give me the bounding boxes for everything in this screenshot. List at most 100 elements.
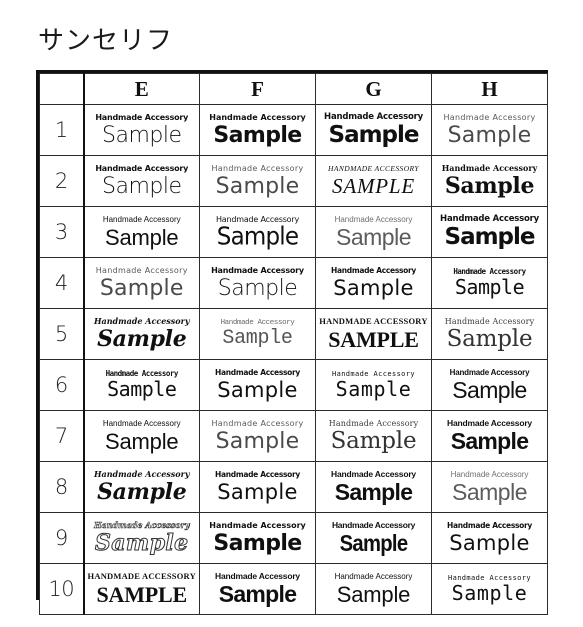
specimen-sample: Sample bbox=[336, 224, 411, 251]
specimen-cell-h10[interactable]: Handmade Accessory Sample bbox=[431, 563, 548, 615]
specimen-sample: Sample bbox=[452, 377, 527, 404]
specimen-cell-e4[interactable]: Handmade Accessory Sample bbox=[83, 257, 200, 309]
specimen-caption: Handmade Accessory bbox=[334, 572, 413, 582]
specimen-cell-f9[interactable]: Handmade Accessory Sample bbox=[199, 512, 316, 564]
specimen-cell-e8[interactable]: Handmade Accessory Sample bbox=[83, 461, 200, 513]
specimen-block: Handmade Accessory Sample bbox=[433, 310, 547, 359]
specimen-block: HANDMADE ACCESSORY SAMPLE bbox=[85, 565, 199, 614]
specimen-caption: Handmade Accessory bbox=[447, 417, 532, 428]
specimen-sample: Sample bbox=[328, 122, 420, 149]
specimen-cell-g10[interactable]: Handmade Accessory Sample bbox=[315, 563, 432, 615]
specimen-cell-f1[interactable]: Handmade Accessory Sample bbox=[199, 104, 316, 156]
specimen-cell-e3[interactable]: Handmade Accessory Sample bbox=[83, 206, 200, 258]
specimen-cell-e5[interactable]: Handmade Accessory Sample bbox=[83, 308, 200, 360]
table-header-row: E F G H bbox=[39, 73, 548, 105]
table-row: 5 Handmade Accessory Sample Handmade Access… bbox=[39, 308, 548, 360]
specimen-block: Handmade Accessory Sample bbox=[201, 514, 315, 563]
specimen-cell-f7[interactable]: Handmade Accessory Sample bbox=[199, 410, 316, 462]
specimen-cell-h7[interactable]: Handmade Accessory Sample bbox=[431, 410, 548, 462]
specimen-sample: Sample bbox=[105, 224, 179, 250]
specimen-cell-g6[interactable]: Handmade Accessory Sample bbox=[315, 359, 432, 411]
specimen-sample: Sample bbox=[213, 530, 302, 556]
font-specimen-table-container: E F G H 1 Handmade Accessory Sample Handmad… bbox=[36, 70, 548, 615]
specimen-cell-e6[interactable]: Handmade Accessory Sample bbox=[83, 359, 200, 411]
row-number-cell: 9 bbox=[39, 512, 85, 564]
specimen-cell-e10[interactable]: HANDMADE ACCESSORY SAMPLE bbox=[83, 563, 200, 615]
table-body: 1 Handmade Accessory Sample Handmade Access… bbox=[39, 104, 548, 615]
specimen-caption: Handmade Accessory bbox=[331, 519, 416, 530]
specimen-cell-h4[interactable]: Handmade Accessory Sample bbox=[431, 257, 548, 309]
specimen-sample: Sample bbox=[447, 122, 532, 148]
specimen-cell-f10[interactable]: Handmade Accessory Sample bbox=[199, 563, 316, 615]
specimen-cell-g3[interactable]: Handmade Accessory Sample bbox=[315, 206, 432, 258]
specimen-cell-h8[interactable]: Handmade Accessory Sample bbox=[431, 461, 548, 513]
specimen-cell-h5[interactable]: Handmade Accessory Sample bbox=[431, 308, 548, 360]
specimen-sample: Sample bbox=[444, 224, 536, 251]
specimen-cell-f5[interactable]: Handmade Accessory Sample bbox=[199, 308, 316, 360]
specimen-sample: Sample bbox=[105, 428, 179, 454]
specimen-block: HANDMADE ACCESSORY SAMPLE bbox=[317, 310, 431, 359]
specimen-cell-h2[interactable]: Handmade Accessory Sample bbox=[431, 155, 548, 207]
column-header-g: G bbox=[315, 73, 432, 105]
specimen-caption: Handmade Accessory bbox=[95, 113, 189, 123]
specimen-sample: Sample bbox=[335, 377, 412, 402]
specimen-caption: Handmade Accessory bbox=[328, 418, 419, 428]
specimen-cell-e9[interactable]: Handmade Accessory Sample bbox=[83, 512, 200, 564]
specimen-cell-e2[interactable]: Handmade Accessory Sample bbox=[83, 155, 200, 207]
specimen-sample: SAMPLE bbox=[328, 326, 419, 352]
specimen-caption: Handmade Accessory bbox=[444, 316, 535, 326]
table-row: 3 Handmade Accessory Sample Handmade Access… bbox=[39, 206, 548, 258]
row-number-cell: 1 bbox=[39, 104, 85, 156]
specimen-cell-h1[interactable]: Handmade Accessory Sample bbox=[431, 104, 548, 156]
specimen-sample: Sample bbox=[339, 530, 408, 557]
specimen-caption: Handmade Accessory bbox=[450, 469, 529, 479]
specimen-cell-h6[interactable]: Handmade Accessory Sample bbox=[431, 359, 548, 411]
specimen-cell-f6[interactable]: Handmade Accessory Sample bbox=[199, 359, 316, 411]
table-row: 9 Handmade Accessory Sample Handmade Access… bbox=[39, 512, 548, 564]
specimen-sample: Sample bbox=[215, 428, 300, 454]
specimen-block: Handmade Accessory Sample bbox=[433, 106, 547, 155]
specimen-sample: Sample bbox=[451, 581, 528, 606]
specimen-cell-h9[interactable]: Handmade Accessory Sample bbox=[431, 512, 548, 564]
specimen-block: Handmade Accessory Sample bbox=[433, 463, 547, 512]
specimen-cell-f4[interactable]: Handmade Accessory Sample bbox=[199, 257, 316, 309]
specimen-cell-g1[interactable]: Handmade Accessory Sample bbox=[315, 104, 432, 156]
specimen-cell-g5[interactable]: HANDMADE ACCESSORY SAMPLE bbox=[315, 308, 432, 360]
specimen-cell-g2[interactable]: HANDMADE ACCESSORY SAMPLE bbox=[315, 155, 432, 207]
font-specimen-page: サンセリフ E F G H 1 Handmade Accessory Sample H… bbox=[0, 0, 583, 627]
table-row: 7 Handmade Accessory Sample Handmade Access… bbox=[39, 410, 548, 462]
specimen-block: Handmade Accessory Sample bbox=[317, 361, 431, 410]
table-row: 1 Handmade Accessory Sample Handmade Access… bbox=[39, 104, 548, 156]
specimen-cell-g4[interactable]: Handmade Accessory Sample bbox=[315, 257, 432, 309]
specimen-caption: Handmade Accessory bbox=[209, 521, 306, 531]
specimen-cell-f3[interactable]: Handmade Accessory Sample bbox=[199, 206, 316, 258]
specimen-sample: Sample bbox=[450, 428, 529, 455]
row-number-cell: 5 bbox=[39, 308, 85, 360]
specimen-block: Handmade Accessory Sample bbox=[433, 361, 547, 410]
specimen-cell-h3[interactable]: Handmade Accessory Sample bbox=[431, 206, 548, 258]
specimen-cell-f2[interactable]: Handmade Accessory Sample bbox=[199, 155, 316, 207]
column-header-f: F bbox=[199, 73, 316, 105]
specimen-sample: Sample bbox=[454, 275, 525, 300]
specimen-block: Handmade Accessory Sample bbox=[201, 157, 315, 206]
row-number-cell: 10 bbox=[39, 563, 85, 615]
specimen-cell-e7[interactable]: Handmade Accessory Sample bbox=[83, 410, 200, 462]
specimen-caption: Handmade Accessory bbox=[95, 164, 189, 174]
specimen-caption: Handmade Accessory bbox=[449, 367, 530, 377]
specimen-block: Handmade Accessory Sample bbox=[85, 412, 199, 461]
specimen-cell-g9[interactable]: Handmade Accessory Sample bbox=[315, 512, 432, 564]
specimen-cell-e1[interactable]: Handmade Accessory Sample bbox=[83, 104, 200, 156]
specimen-block: Handmade Accessory Sample bbox=[433, 565, 547, 614]
specimen-block: Handmade Accessory Sample bbox=[85, 310, 199, 359]
row-number-cell: 3 bbox=[39, 206, 85, 258]
specimen-cell-f8[interactable]: Handmade Accessory Sample bbox=[199, 461, 316, 513]
specimen-caption: HANDMADE ACCESSORY bbox=[319, 316, 428, 327]
specimen-block: HANDMADE ACCESSORY SAMPLE bbox=[317, 157, 431, 206]
specimen-sample: Sample bbox=[213, 122, 302, 148]
specimen-block: Handmade Accessory Sample bbox=[201, 208, 315, 257]
specimen-block: Handmade Accessory Sample bbox=[433, 259, 547, 308]
specimen-cell-g8[interactable]: Handmade Accessory Sample bbox=[315, 461, 432, 513]
specimen-caption: Handmade Accessory bbox=[446, 521, 533, 531]
specimen-cell-g7[interactable]: Handmade Accessory Sample bbox=[315, 410, 432, 462]
specimen-block: Handmade Accessory Sample bbox=[85, 361, 199, 410]
